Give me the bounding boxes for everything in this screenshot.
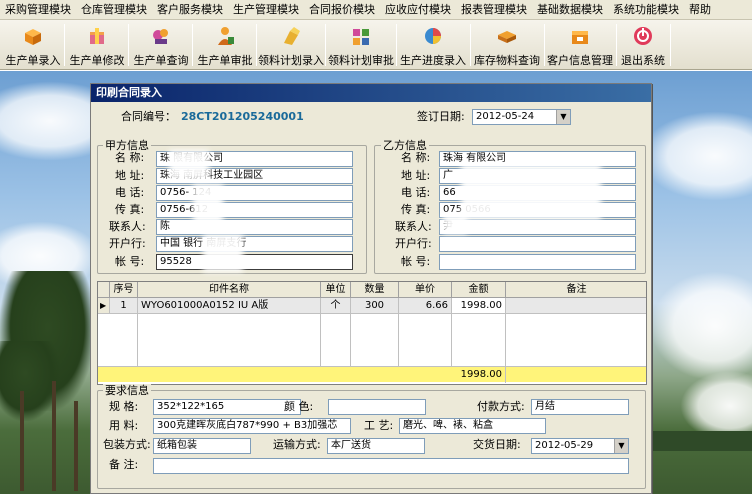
col-header-unit[interactable]: 单位	[321, 282, 351, 298]
table-cell-no[interactable]: 1	[110, 298, 138, 314]
chevron-down-icon[interactable]: ▼	[614, 439, 628, 453]
payment-label: 付款方式:	[477, 400, 525, 413]
packing-field[interactable]: 纸箱包装	[153, 438, 251, 454]
menu-receivable[interactable]: 应收应付模块	[380, 0, 456, 20]
party-a-account-field[interactable]: 95528	[156, 254, 353, 270]
approve-person-icon	[214, 25, 236, 47]
party-b-bank-label: 开户行:	[395, 237, 432, 250]
customer-info-button[interactable]: 客户信息管理	[546, 22, 614, 68]
transport-label: 运输方式:	[273, 438, 321, 451]
material-plan-entry-button[interactable]: 领料计划录入	[258, 22, 324, 68]
table-cell-unit[interactable]: 个	[321, 298, 351, 314]
total-row: 1998.00	[98, 366, 646, 383]
package-edit-icon	[86, 25, 108, 47]
production-order-edit-button[interactable]: 生产单修改	[66, 22, 128, 68]
party-a-tel-label: 电 话:	[115, 186, 145, 199]
production-order-approve-button[interactable]: 生产单审批	[194, 22, 256, 68]
material-approve-icon	[350, 25, 372, 47]
exit-power-icon	[632, 25, 654, 47]
party-b-name-label: 名 称:	[401, 151, 431, 164]
party-a-fax-label: 传 真:	[115, 203, 145, 216]
requirements-title: 要求信息	[103, 384, 151, 397]
delivery-label: 交货日期:	[473, 438, 521, 451]
production-progress-entry-button[interactable]: 生产进度录入	[398, 22, 468, 68]
row-selector-icon[interactable]: ▶	[98, 298, 110, 314]
menu-contract[interactable]: 合同报价模块	[304, 0, 380, 20]
party-a-bank-field[interactable]: 中国 银行 南屏支行	[156, 236, 353, 252]
contract-items-table[interactable]: 序号 印件名称 单位 数量 单价 金额 备注 ▶ 1 WYO601000A015…	[97, 281, 647, 385]
inventory-icon	[496, 25, 518, 47]
party-b-account-field[interactable]	[439, 254, 636, 270]
party-a-contact-label: 联系人:	[109, 220, 146, 233]
production-order-query-button[interactable]: 生产单查询	[130, 22, 192, 68]
toolbar: 生产单录入 生产单修改 生产单查询 生产单审批 领料计划录入 领料计划审批 生产…	[0, 20, 752, 70]
contract-entry-dialog: 印刷合同录入 合同编号： 28CT201205240001 签订日期: 2012…	[90, 83, 652, 494]
material-label: 用 料:	[109, 419, 139, 432]
table-cell-remark[interactable]	[506, 298, 646, 314]
table-cell-price[interactable]: 6.66	[399, 298, 452, 314]
party-a-tel-field[interactable]: 0756- 124	[156, 185, 353, 201]
magnifier-query-icon	[150, 25, 172, 47]
remark-field[interactable]	[153, 458, 629, 474]
menu-customer-service[interactable]: 客户服务模块	[152, 0, 228, 20]
total-amount: 1998.00	[452, 367, 506, 383]
party-b-contact-field[interactable]: 尹	[439, 219, 636, 235]
customer-box-icon	[569, 25, 591, 47]
material-entry-icon	[280, 25, 302, 47]
col-header-price[interactable]: 单价	[399, 282, 452, 298]
remark-label: 备 注:	[109, 458, 139, 471]
spec-label: 规 格:	[109, 400, 139, 413]
party-a-name-label: 名 称:	[115, 151, 145, 164]
col-header-remark[interactable]: 备注	[506, 282, 646, 298]
contract-no-label: 合同编号：	[121, 110, 176, 123]
inventory-query-button[interactable]: 库存物料查询	[472, 22, 542, 68]
col-header-amount[interactable]: 金额	[452, 282, 506, 298]
sign-date-label: 签订日期:	[417, 110, 465, 123]
table-cell-qty[interactable]: 300	[351, 298, 399, 314]
sign-date-picker[interactable]: 2012-05-24 ▼	[472, 109, 571, 125]
box-orange-icon	[22, 25, 44, 47]
col-header-no[interactable]: 序号	[110, 282, 138, 298]
table-cell-name[interactable]: WYO601000A0152 IU A版	[138, 298, 321, 314]
table-cell-amount[interactable]: 1998.00	[452, 298, 506, 314]
party-b-addr-label: 地 址:	[401, 169, 431, 182]
party-b-contact-label: 联系人:	[395, 220, 432, 233]
menu-warehouse[interactable]: 仓库管理模块	[76, 0, 152, 20]
transport-field[interactable]: 本厂送货	[327, 438, 425, 454]
party-b-bank-field[interactable]	[439, 236, 636, 252]
color-label: 颜 色:	[284, 400, 314, 413]
party-a-fax-field[interactable]: 0756-612	[156, 202, 353, 218]
material-plan-approve-button[interactable]: 领料计划审批	[327, 22, 395, 68]
color-field[interactable]	[328, 399, 426, 415]
party-a-account-label: 帐 号:	[115, 255, 145, 268]
party-b-fax-label: 传 真:	[401, 203, 431, 216]
spec-field[interactable]: 352*122*165	[153, 399, 301, 415]
packing-label: 包装方式:	[103, 438, 151, 451]
party-a-contact-field[interactable]: 陈	[156, 219, 353, 235]
menu-base-data[interactable]: 基础数据模块	[532, 0, 608, 20]
party-a-bank-label: 开户行:	[109, 237, 146, 250]
process-field[interactable]: 磨光、啤、裱、粘盒	[399, 418, 546, 434]
dialog-title: 印刷合同录入	[91, 84, 651, 102]
chevron-down-icon[interactable]: ▼	[556, 110, 570, 124]
menu-production[interactable]: 生产管理模块	[228, 0, 304, 20]
menu-help[interactable]: 帮助	[684, 0, 716, 20]
party-b-account-label: 帐 号:	[401, 255, 431, 268]
party-b-tel-label: 电 话:	[401, 186, 431, 199]
menu-purchase[interactable]: 采购管理模块	[0, 0, 76, 20]
exit-system-button[interactable]: 退出系统	[618, 22, 668, 68]
process-label: 工 艺:	[364, 419, 394, 432]
col-header-qty[interactable]: 数量	[351, 282, 399, 298]
menu-system[interactable]: 系统功能模块	[608, 0, 684, 20]
party-a-addr-label: 地 址:	[115, 169, 145, 182]
production-order-entry-button[interactable]: 生产单录入	[2, 22, 64, 68]
material-field[interactable]: 300克建晖灰底白787*990 + B3加强芯	[153, 418, 351, 434]
menu-bar: 采购管理模块 仓库管理模块 客户服务模块 生产管理模块 合同报价模块 应收应付模…	[0, 0, 752, 20]
menu-reports[interactable]: 报表管理模块	[456, 0, 532, 20]
col-header-name[interactable]: 印件名称	[138, 282, 321, 298]
payment-field[interactable]: 月结	[531, 399, 629, 415]
delivery-date-picker[interactable]: 2012-05-29 ▼	[531, 438, 629, 454]
contract-no-value: 28CT201205240001	[181, 110, 304, 123]
progress-pie-icon	[422, 25, 444, 47]
